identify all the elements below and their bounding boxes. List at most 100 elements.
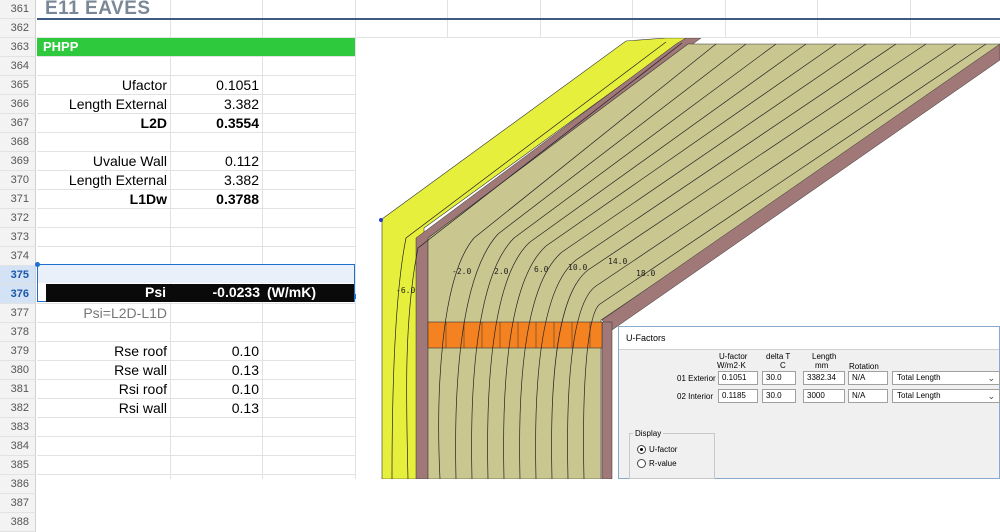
dialog-title[interactable]: U-Factors <box>619 327 999 350</box>
length-field[interactable]: 3000 <box>803 389 845 403</box>
row-header[interactable]: 374 <box>0 247 36 266</box>
length-unit: mm <box>815 361 829 370</box>
row-header[interactable]: 373 <box>0 228 36 247</box>
delta-header: delta T <box>766 352 791 361</box>
ufactor-header: U-factor <box>719 352 748 361</box>
rse-wall-label[interactable]: Rse wall <box>37 361 167 380</box>
title-underline <box>37 18 1000 20</box>
delta-unit: C <box>780 361 786 370</box>
delta-field[interactable]: 30.0 <box>762 389 796 403</box>
length-external-value[interactable]: 3.382 <box>171 171 259 190</box>
row-name-exterior: 01 Exterior <box>677 374 716 383</box>
isotherm-label: 18.0 <box>636 269 655 278</box>
row-header[interactable]: 368 <box>0 133 36 152</box>
row-header[interactable]: 379 <box>0 342 36 361</box>
row-header[interactable]: 362 <box>0 19 36 38</box>
l1dw-label[interactable]: L1Dw <box>37 190 167 209</box>
rsi-roof-label[interactable]: Rsi roof <box>37 380 167 399</box>
length-mode-value: Total Length <box>897 373 941 382</box>
chevron-down-icon: ⌄ <box>987 391 995 401</box>
section-title[interactable]: E11 EAVES <box>45 0 151 19</box>
row-header[interactable]: 370 <box>0 171 36 190</box>
selection-handle[interactable] <box>35 262 40 267</box>
row-header[interactable]: 385 <box>0 456 36 475</box>
length-mode-select[interactable]: Total Length ⌄ <box>892 389 1000 403</box>
length-header: Length <box>812 352 837 361</box>
length-mode-value: Total Length <box>897 391 941 400</box>
row-header[interactable]: 364 <box>0 57 36 76</box>
row-header[interactable]: 378 <box>0 323 36 342</box>
timber-top-plate[interactable] <box>427 321 603 349</box>
rotation-header: Rotation <box>849 362 879 371</box>
ufactor-radio-label[interactable]: U-factor <box>649 445 677 454</box>
phpp-banner[interactable]: PHPP <box>37 38 355 56</box>
row-header[interactable]: 383 <box>0 418 36 437</box>
length-external-label[interactable]: Length External <box>37 95 167 114</box>
row-header[interactable]: 381 <box>0 380 36 399</box>
ufactor-field[interactable]: 0.1051 <box>718 371 758 385</box>
isotherm-label: -6.0 <box>396 286 415 295</box>
rsi-wall-label[interactable]: Rsi wall <box>37 399 167 418</box>
rse-wall-value[interactable]: 0.13 <box>171 361 259 380</box>
selected-empty-row[interactable] <box>38 265 354 283</box>
row-header[interactable]: 386 <box>0 475 36 494</box>
rotation-field[interactable]: N/A <box>848 389 888 403</box>
length-mode-select[interactable]: Total Length ⌄ <box>892 371 1000 385</box>
drawing-node-marker[interactable] <box>379 218 383 222</box>
delta-field[interactable]: 30.0 <box>762 371 796 385</box>
ufactor-unit: W/m2·K <box>717 361 746 370</box>
ufactors-dialog[interactable]: U-Factors U-factor W/m2·K delta T C Leng… <box>618 326 1000 479</box>
isotherm-label: 6.0 <box>534 265 549 274</box>
isotherm-label: 14.0 <box>608 257 627 266</box>
ufactor-field[interactable]: 0.1185 <box>718 389 758 403</box>
isotherm-label: 10.0 <box>568 263 587 272</box>
row-header[interactable]: 388 <box>0 513 36 532</box>
display-group-label: Display <box>633 429 664 438</box>
length-field[interactable]: 3382.34 <box>803 371 845 385</box>
row-header[interactable]: 365 <box>0 76 36 95</box>
row-header[interactable]: 363 <box>0 38 36 57</box>
interior-wall-finish[interactable] <box>601 321 613 479</box>
row-header[interactable]: 372 <box>0 209 36 228</box>
row-header-selected[interactable]: 375 <box>0 266 36 285</box>
rsi-wall-value[interactable]: 0.13 <box>171 399 259 418</box>
l2d-label[interactable]: L2D <box>37 114 167 133</box>
psi-row[interactable]: Psi -0.0233 (W/mK) <box>46 284 354 302</box>
psi-value: -0.0233 <box>212 284 260 300</box>
col-divider <box>262 0 263 479</box>
ufactor-value[interactable]: 0.1051 <box>171 76 259 95</box>
length-external-value[interactable]: 3.382 <box>171 95 259 114</box>
l1dw-value[interactable]: 0.3788 <box>171 190 259 209</box>
display-group <box>629 433 715 479</box>
l2d-value[interactable]: 0.3554 <box>171 114 259 133</box>
psi-label: Psi <box>144 284 166 300</box>
rse-roof-value[interactable]: 0.10 <box>171 342 259 361</box>
row-header[interactable]: 384 <box>0 437 36 456</box>
banner-label: PHPP <box>43 39 79 54</box>
rvalue-radio[interactable] <box>637 459 646 468</box>
psi-unit: (W/mK) <box>267 284 316 300</box>
psi-formula[interactable]: Psi=L2D-L1D <box>37 304 167 323</box>
ufactor-label[interactable]: Ufactor <box>37 76 167 95</box>
row-header[interactable]: 366 <box>0 95 36 114</box>
uvalue-wall-label[interactable]: Uvalue Wall <box>37 152 167 171</box>
length-external-label[interactable]: Length External <box>37 171 167 190</box>
row-header-selected[interactable]: 376 <box>0 285 36 304</box>
row-header[interactable]: 382 <box>0 399 36 418</box>
isotherm-label: 2.0 <box>494 267 509 276</box>
uvalue-wall-value[interactable]: 0.112 <box>171 152 259 171</box>
row-name-interior: 02 Interior <box>677 392 714 401</box>
rsi-roof-value[interactable]: 0.10 <box>171 380 259 399</box>
rotation-field[interactable]: N/A <box>848 371 888 385</box>
row-header[interactable]: 380 <box>0 361 36 380</box>
row-header[interactable]: 361 <box>0 0 36 19</box>
row-header[interactable]: 367 <box>0 114 36 133</box>
row-header[interactable]: 387 <box>0 494 36 513</box>
rse-roof-label[interactable]: Rse roof <box>37 342 167 361</box>
ufactor-radio[interactable] <box>637 445 646 454</box>
row-header[interactable]: 377 <box>0 304 36 323</box>
chevron-down-icon: ⌄ <box>987 373 995 383</box>
row-header[interactable]: 369 <box>0 152 36 171</box>
rvalue-radio-label[interactable]: R-value <box>649 459 677 468</box>
row-header[interactable]: 371 <box>0 190 36 209</box>
